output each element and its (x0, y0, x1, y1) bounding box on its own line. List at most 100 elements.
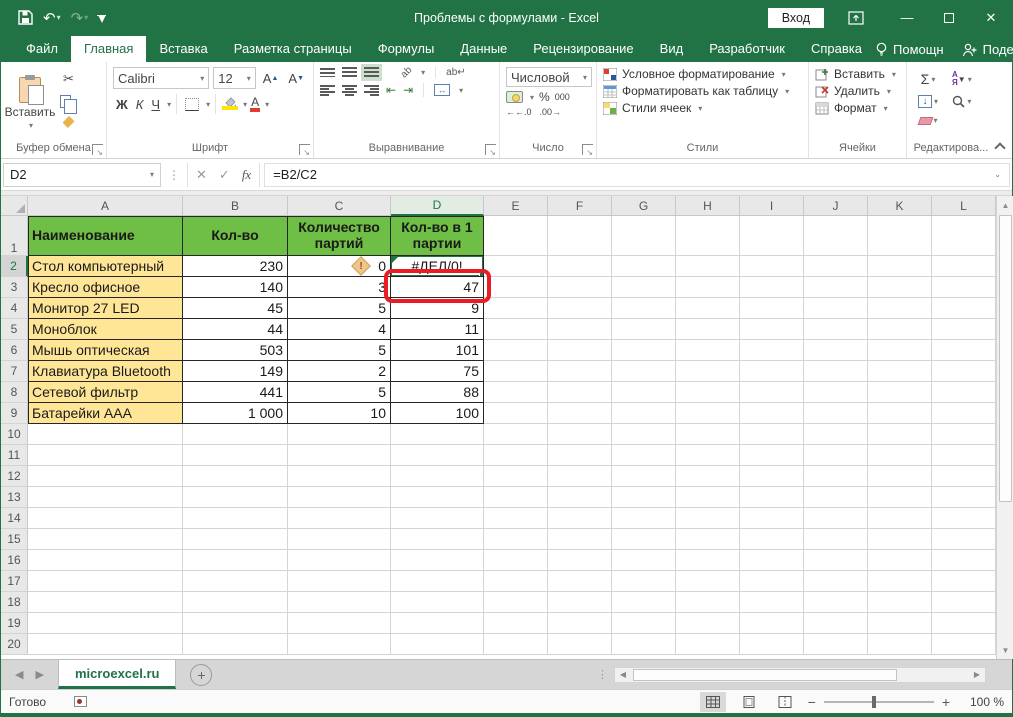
cell-J9[interactable] (804, 403, 868, 424)
cell-A14[interactable] (28, 508, 183, 529)
cell-L1[interactable] (932, 216, 996, 256)
vertical-scroll-thumb[interactable] (999, 215, 1012, 502)
row-header-16[interactable]: 16 (1, 550, 28, 571)
cut-button[interactable]: ✂ (57, 69, 80, 89)
cell-L7[interactable] (932, 361, 996, 382)
cell-A9[interactable]: Батарейки AAA (28, 403, 183, 424)
cell-K7[interactable] (868, 361, 932, 382)
cell-C2[interactable]: 0 (288, 256, 391, 277)
cell-G7[interactable] (612, 361, 676, 382)
row-header-19[interactable]: 19 (1, 613, 28, 634)
cell-D1[interactable]: Кол-во в 1 партии (391, 216, 484, 256)
cell-C3[interactable]: 3 (288, 277, 391, 298)
cell-G8[interactable] (612, 382, 676, 403)
cell-G10[interactable] (612, 424, 676, 445)
scroll-up-icon[interactable]: ▲ (997, 196, 1013, 214)
cell-H5[interactable] (676, 319, 740, 340)
column-header-L[interactable]: L (932, 196, 996, 216)
cell-J2[interactable] (804, 256, 868, 277)
row-header-11[interactable]: 11 (1, 445, 28, 466)
cell-B11[interactable] (183, 445, 288, 466)
cell-I9[interactable] (740, 403, 804, 424)
cell-I20[interactable] (740, 634, 804, 655)
cell-F11[interactable] (548, 445, 612, 466)
cell-L15[interactable] (932, 529, 996, 550)
font-color-button[interactable]: А (249, 94, 261, 114)
insert-cells-button[interactable]: Вставить▾ (815, 67, 896, 81)
cell-C15[interactable] (288, 529, 391, 550)
prev-sheet-icon[interactable]: ◀ (15, 668, 23, 681)
scroll-down-icon[interactable]: ▼ (997, 641, 1013, 659)
cell-B16[interactable] (183, 550, 288, 571)
cell-K10[interactable] (868, 424, 932, 445)
cell-K2[interactable] (868, 256, 932, 277)
cell-F6[interactable] (548, 340, 612, 361)
paste-button[interactable]: Вставить ▾ (3, 65, 57, 141)
cell-E9[interactable] (484, 403, 548, 424)
number-dialog-launcher[interactable] (582, 144, 593, 155)
bold-button[interactable]: Ж (113, 95, 131, 114)
row-header-3[interactable]: 3 (1, 277, 28, 298)
cell-D5[interactable]: 11 (391, 319, 484, 340)
cell-K5[interactable] (868, 319, 932, 340)
cell-K16[interactable] (868, 550, 932, 571)
cell-H16[interactable] (676, 550, 740, 571)
horizontal-scrollbar[interactable]: ◀ ▶ (614, 667, 986, 683)
cell-C10[interactable] (288, 424, 391, 445)
cell-C16[interactable] (288, 550, 391, 571)
cell-F1[interactable] (548, 216, 612, 256)
decrease-decimal-button[interactable]: .00→ (540, 107, 562, 117)
cell-F20[interactable] (548, 634, 612, 655)
cell-J12[interactable] (804, 466, 868, 487)
cell-F5[interactable] (548, 319, 612, 340)
cell-J4[interactable] (804, 298, 868, 319)
cell-C12[interactable] (288, 466, 391, 487)
cell-G3[interactable] (612, 277, 676, 298)
cell-I7[interactable] (740, 361, 804, 382)
cell-F8[interactable] (548, 382, 612, 403)
cell-L18[interactable] (932, 592, 996, 613)
cell-D4[interactable]: 9 (391, 298, 484, 319)
cell-D16[interactable] (391, 550, 484, 571)
cell-C14[interactable] (288, 508, 391, 529)
cell-E2[interactable] (484, 256, 548, 277)
cell-L16[interactable] (932, 550, 996, 571)
cell-J18[interactable] (804, 592, 868, 613)
wrap-text-icon[interactable]: ab↵ (446, 67, 466, 78)
cancel-formula-icon[interactable]: ✕ (196, 167, 207, 183)
cell-K13[interactable] (868, 487, 932, 508)
cell-I1[interactable] (740, 216, 804, 256)
cell-I4[interactable] (740, 298, 804, 319)
cell-L11[interactable] (932, 445, 996, 466)
cell-K17[interactable] (868, 571, 932, 592)
orientation-icon[interactable]: ab (399, 65, 415, 81)
cell-K6[interactable] (868, 340, 932, 361)
tab-data[interactable]: Данные (447, 36, 520, 62)
copy-button[interactable]: ▾ (57, 93, 80, 110)
cell-E3[interactable] (484, 277, 548, 298)
cell-K12[interactable] (868, 466, 932, 487)
cell-A1[interactable]: Наименование (28, 216, 183, 256)
cell-A5[interactable]: Моноблок (28, 319, 183, 340)
cell-J14[interactable] (804, 508, 868, 529)
cell-I2[interactable] (740, 256, 804, 277)
tab-view[interactable]: Вид (647, 36, 697, 62)
new-sheet-button[interactable]: + (190, 664, 212, 686)
formula-input[interactable]: =B2/C2⌄ (264, 163, 1010, 187)
cell-F13[interactable] (548, 487, 612, 508)
minimize-button[interactable]: — (886, 0, 928, 35)
cell-I18[interactable] (740, 592, 804, 613)
row-header-7[interactable]: 7 (1, 361, 28, 382)
cell-D8[interactable]: 88 (391, 382, 484, 403)
cell-J11[interactable] (804, 445, 868, 466)
undo-button[interactable]: ↶▾ (40, 9, 64, 27)
underline-button[interactable]: Ч (148, 95, 163, 114)
cell-A6[interactable]: Мышь оптическая (28, 340, 183, 361)
enter-formula-icon[interactable]: ✓ (219, 167, 230, 183)
grow-font-button[interactable]: A▲ (260, 69, 282, 88)
cell-L19[interactable] (932, 613, 996, 634)
cell-C17[interactable] (288, 571, 391, 592)
cell-G15[interactable] (612, 529, 676, 550)
format-as-table-button[interactable]: Форматировать как таблицу▾ (603, 84, 789, 98)
cell-K8[interactable] (868, 382, 932, 403)
